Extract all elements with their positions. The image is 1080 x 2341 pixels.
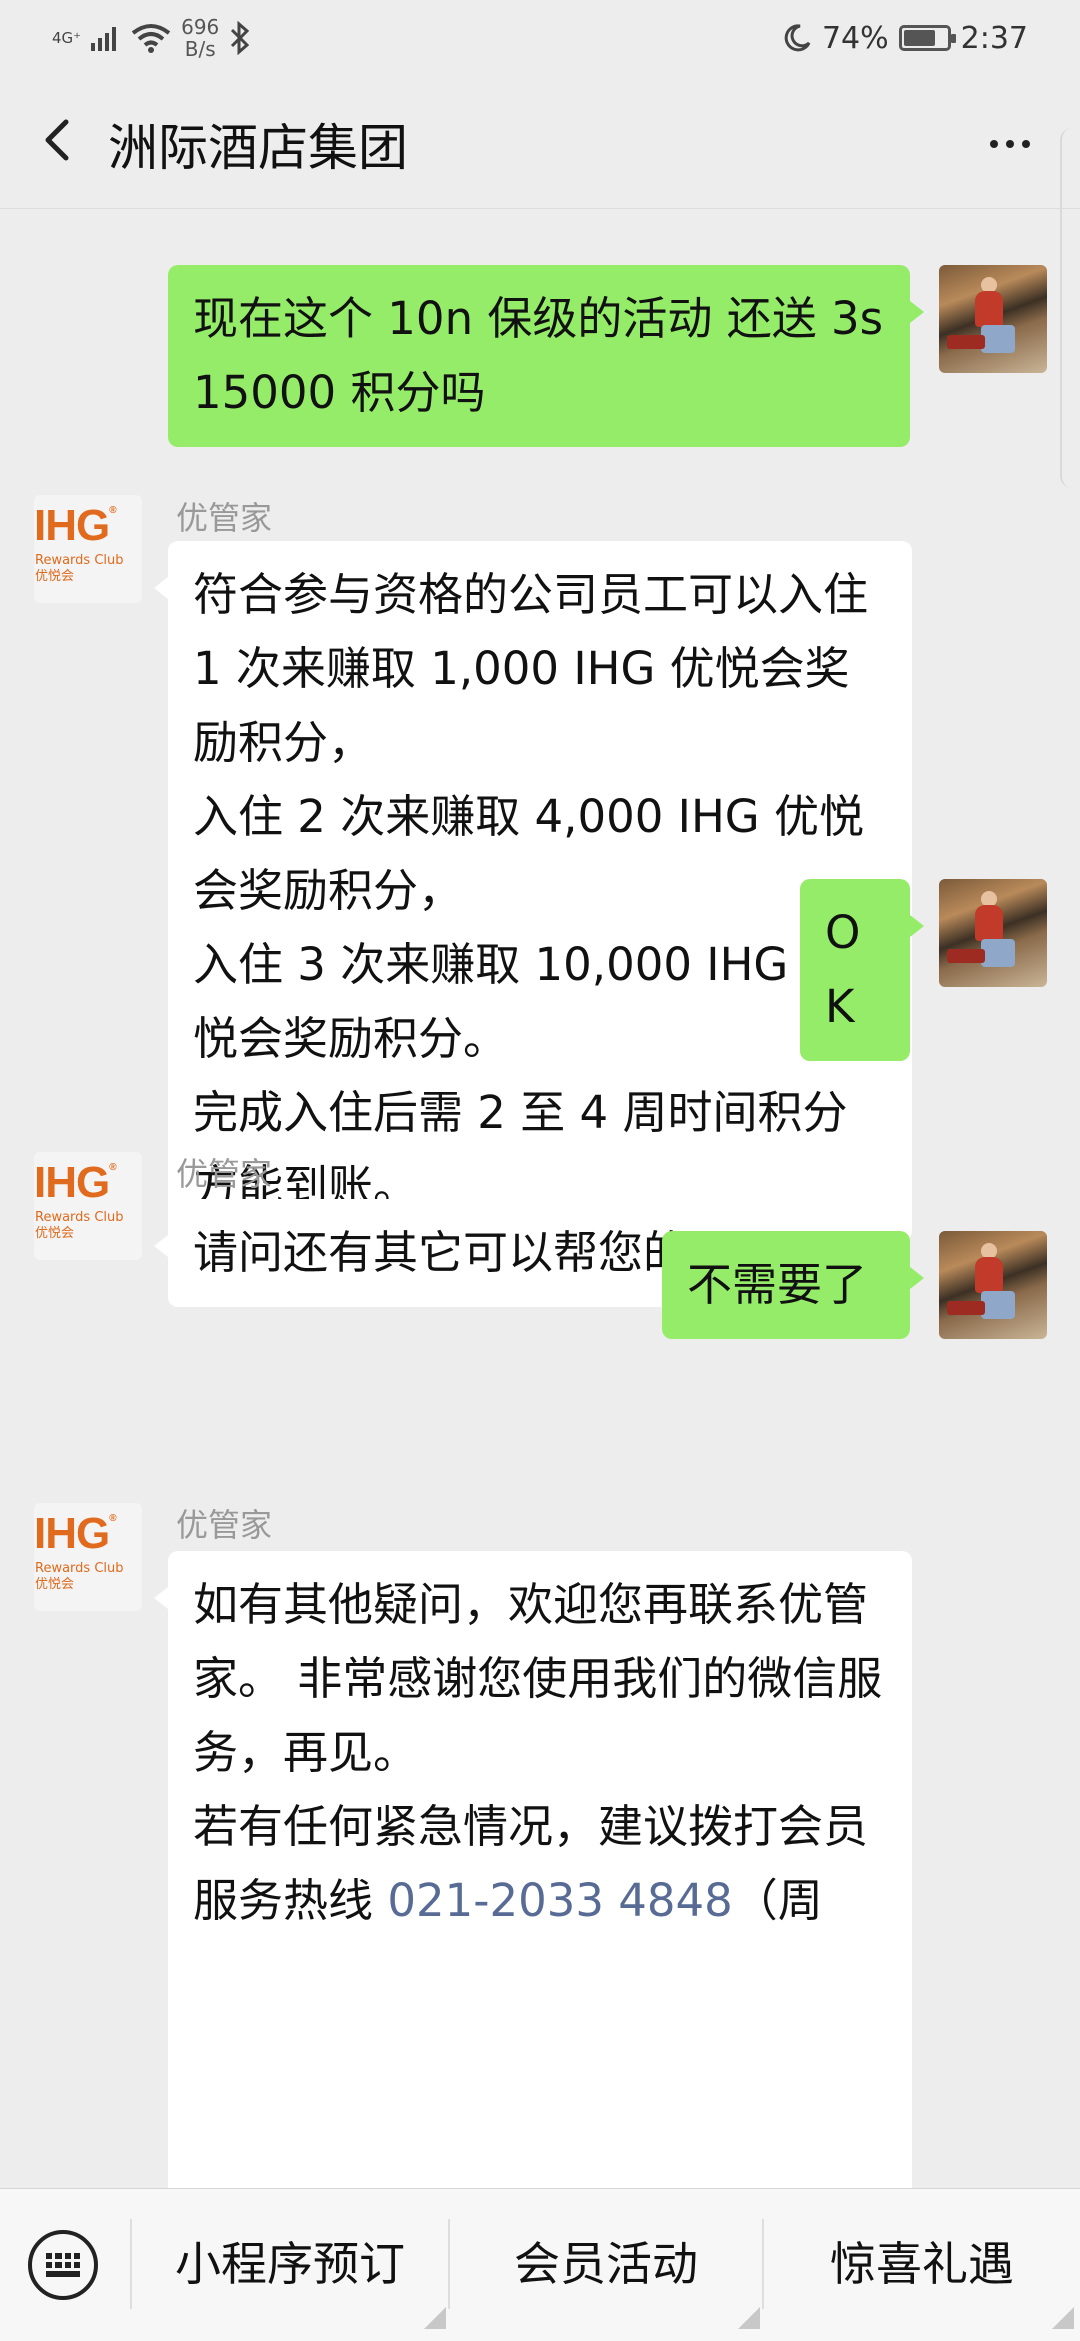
battery-percent: 74%	[821, 20, 889, 56]
message-bubble-outgoing[interactable]: OK	[800, 879, 924, 1061]
ihg-avatar[interactable]: IHG® Rewards Club 优悦会	[34, 1503, 142, 1611]
submenu-indicator	[738, 2307, 760, 2329]
menu-mini-program-booking[interactable]: 小程序预订	[132, 2229, 448, 2299]
back-arrow-icon[interactable]	[30, 110, 90, 170]
bluetooth-icon	[231, 21, 250, 55]
more-options-icon[interactable]	[980, 124, 1040, 164]
submenu-indicator	[1052, 2307, 1074, 2329]
wifi-icon	[131, 24, 171, 53]
ihg-logo-subtitle-cn: 优悦会	[35, 1226, 75, 1241]
ihg-logo-subtitle: Rewards Club	[35, 1561, 124, 1576]
sender-name: 优管家	[176, 1506, 273, 1544]
data-rate-unit: B/s	[184, 37, 216, 61]
bottom-menu-bar: 小程序预订 会员活动 惊喜礼遇	[0, 2188, 1080, 2341]
network-type: 4G⁺	[52, 28, 82, 47]
keyboard-toggle-icon[interactable]	[28, 2230, 98, 2300]
ihg-logo: IHG®	[34, 501, 117, 550]
chat-title: 洲际酒店集团	[108, 119, 408, 177]
menu-member-activities[interactable]: 会员活动	[450, 2229, 762, 2299]
ihg-logo-subtitle: Rewards Club	[35, 553, 124, 568]
submenu-indicator	[424, 2307, 446, 2329]
ihg-avatar[interactable]: IHG® Rewards Club 优悦会	[34, 495, 142, 603]
status-right: 74% 2:37	[782, 14, 1028, 62]
user-avatar[interactable]	[939, 1231, 1047, 1339]
data-rate-value: 696	[181, 15, 220, 39]
clock: 2:37	[960, 20, 1028, 56]
sender-name: 优管家	[176, 499, 273, 537]
chat-header: 洲际酒店集团	[0, 72, 1080, 209]
more-dot	[1022, 140, 1030, 148]
user-avatar[interactable]	[939, 265, 1047, 373]
moon-icon	[784, 24, 811, 52]
hotline-phone-link[interactable]: 021-2033 4848	[387, 1874, 732, 1927]
sender-name: 优管家	[176, 1155, 273, 1193]
message-text: （周	[732, 1874, 823, 1927]
ihg-logo-subtitle-cn: 优悦会	[35, 1577, 75, 1592]
ihg-logo-subtitle-cn: 优悦会	[35, 569, 75, 584]
ihg-logo-subtitle: Rewards Club	[35, 1210, 124, 1225]
ihg-logo: IHG®	[34, 1158, 117, 1207]
status-left: 4G⁺ 696 B/s	[52, 14, 251, 62]
signal-icon	[91, 27, 117, 51]
data-rate: 696 B/s	[181, 16, 219, 60]
message-bubble-incoming[interactable]: 如有其他疑问，欢迎您再联系优管家。 非常感谢您使用我们的微信服务，再见。 若有任…	[154, 1551, 912, 2188]
battery-icon	[898, 25, 956, 51]
status-bar: 4G⁺ 696 B/s 74% 2:37	[0, 0, 1080, 72]
more-dot	[990, 140, 998, 148]
ihg-logo: IHG®	[34, 1509, 117, 1558]
message-bubble-outgoing[interactable]: 不需要了	[662, 1231, 924, 1339]
battery-fill	[903, 30, 935, 46]
menu-surprise-offers[interactable]: 惊喜礼遇	[764, 2229, 1080, 2299]
more-dot	[1006, 140, 1014, 148]
ihg-avatar[interactable]: IHG® Rewards Club 优悦会	[34, 1152, 142, 1260]
user-avatar[interactable]	[939, 879, 1047, 987]
message-bubble-outgoing[interactable]: 现在这个 10n 保级的活动 还送 3s 15000 积分吗	[168, 265, 924, 447]
chat-area[interactable]: 现在这个 10n 保级的活动 还送 3s 15000 积分吗 IHG® Rewa…	[0, 209, 1080, 2188]
